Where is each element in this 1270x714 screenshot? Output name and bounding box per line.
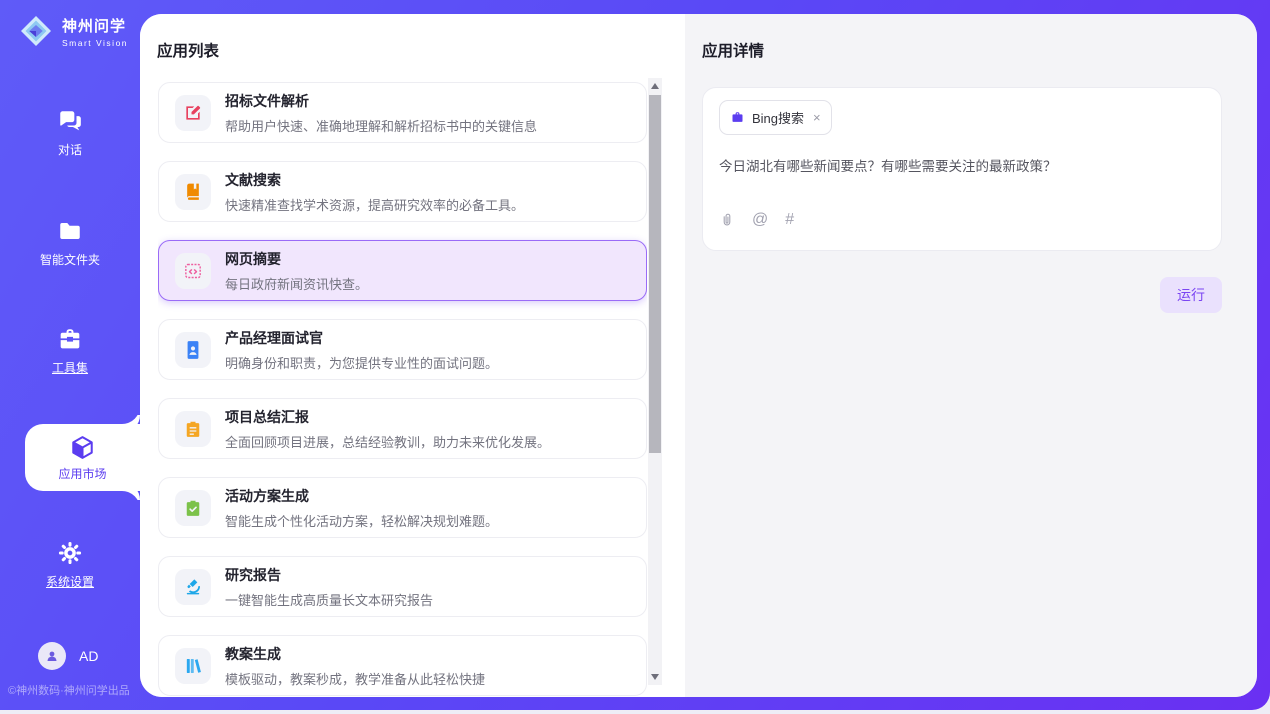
app-card-description: 每日政府新闻资讯快查。 xyxy=(225,274,368,293)
prompt-text[interactable]: 今日湖北有哪些新闻要点？有哪些需要关注的最新政策？ xyxy=(719,157,1205,177)
scrollbar[interactable] xyxy=(648,78,662,685)
app-card[interactable]: 研究报告一键智能生成高质量长文本研究报告 xyxy=(158,556,647,617)
app-card-description: 模板驱动，教案秒成，教学准备从此轻松快捷 xyxy=(225,669,485,688)
app-card-title: 研究报告 xyxy=(225,565,433,585)
app-card[interactable]: 网页摘要每日政府新闻资讯快查。 xyxy=(158,240,647,301)
app-list-title: 应用列表 xyxy=(157,39,219,61)
app-card-title: 活动方案生成 xyxy=(225,486,498,506)
tag-close-icon[interactable]: × xyxy=(813,110,821,125)
app-icon-chip xyxy=(175,332,211,368)
diamond-logo-icon xyxy=(18,13,54,49)
sidebar-item-label: 工具集 xyxy=(52,359,88,376)
sidebar-item-label: 对话 xyxy=(58,141,82,158)
user-row[interactable]: AD xyxy=(38,642,98,670)
chat-icon xyxy=(57,108,83,134)
app-icon-chip xyxy=(175,253,211,289)
sidebar-item-label: 系统设置 xyxy=(46,573,94,590)
app-card[interactable]: 招标文件解析帮助用户快速、准确地理解和解析招标书中的关键信息 xyxy=(158,82,647,143)
app-card-description: 快速精准查找学术资源，提高研究效率的必备工具。 xyxy=(225,195,524,214)
app-card-title: 招标文件解析 xyxy=(225,91,537,111)
sidebar-item-app-market[interactable]: 应用市场 xyxy=(25,424,140,491)
app-window: 神州问学 Smart Vision 对话智能文件夹工具集应用市场系统设置 AD … xyxy=(0,0,1270,714)
app-card-title: 网页摘要 xyxy=(225,249,368,269)
cube-icon xyxy=(69,434,96,461)
hash-icon[interactable]: # xyxy=(785,212,793,228)
app-card-title: 文献搜索 xyxy=(225,170,524,190)
person-doc-icon xyxy=(183,340,203,360)
app-icon-chip xyxy=(175,411,211,447)
tool-tag-bing-search[interactable]: Bing搜索 × xyxy=(719,100,832,135)
input-toolbar: @ # xyxy=(719,212,1205,228)
clipboard-check-icon xyxy=(183,498,203,518)
app-icon-chip xyxy=(175,648,211,684)
scrollbar-thumb[interactable] xyxy=(649,95,661,453)
person-icon xyxy=(44,648,60,664)
sidebar-item-smart-folders[interactable]: 智能文件夹 xyxy=(0,218,140,268)
app-card-description: 全面回顾项目进展，总结经验教训，助力未来优化发展。 xyxy=(225,432,550,451)
app-card-title: 教案生成 xyxy=(225,644,485,664)
app-icon-chip xyxy=(175,490,211,526)
sidebar: 神州问学 Smart Vision 对话智能文件夹工具集应用市场系统设置 AD … xyxy=(0,0,140,710)
app-card[interactable]: 教案生成模板驱动，教案秒成，教学准备从此轻松快捷 xyxy=(158,635,647,696)
app-card[interactable]: 产品经理面试官明确身份和职责，为您提供专业性的面试问题。 xyxy=(158,319,647,380)
book-icon xyxy=(183,182,203,202)
books-icon xyxy=(183,656,203,676)
app-card-title: 项目总结汇报 xyxy=(225,407,550,427)
app-card-description: 帮助用户快速、准确地理解和解析招标书中的关键信息 xyxy=(225,116,537,135)
avatar[interactable] xyxy=(38,642,66,670)
folder-icon xyxy=(57,218,83,244)
clipboard-icon xyxy=(183,419,203,439)
app-card-description: 智能生成个性化活动方案，轻松解决规划难题。 xyxy=(225,511,498,530)
microscope-icon xyxy=(183,577,203,597)
scroll-down-arrow[interactable] xyxy=(648,670,662,684)
logo-title: 神州问学 xyxy=(62,15,128,36)
sidebar-item-label: 应用市场 xyxy=(58,465,106,482)
edit-doc-icon xyxy=(183,103,203,123)
paperclip-icon[interactable] xyxy=(719,212,735,228)
app-card[interactable]: 项目总结汇报全面回顾项目进展，总结经验教训，助力未来优化发展。 xyxy=(158,398,647,459)
app-detail-title: 应用详情 xyxy=(702,39,1222,61)
app-icon-chip xyxy=(175,569,211,605)
scroll-up-arrow[interactable] xyxy=(648,79,662,93)
sidebar-item-system-settings[interactable]: 系统设置 xyxy=(0,540,140,590)
sidebar-item-label: 智能文件夹 xyxy=(40,251,100,268)
app-card[interactable]: 活动方案生成智能生成个性化活动方案，轻松解决规划难题。 xyxy=(158,477,647,538)
copyright-footer: ©神州数码·神州问学出品 xyxy=(8,682,130,698)
content-area: 应用列表 招标文件解析帮助用户快速、准确地理解和解析招标书中的关键信息文献搜索快… xyxy=(140,14,1257,697)
web-code-icon xyxy=(183,261,203,281)
app-card-list: 招标文件解析帮助用户快速、准确地理解和解析招标书中的关键信息文献搜索快速精准查找… xyxy=(158,82,647,697)
app-card-title: 产品经理面试官 xyxy=(225,328,498,348)
briefcase-icon xyxy=(730,110,745,125)
app-list-panel: 应用列表 招标文件解析帮助用户快速、准确地理解和解析招标书中的关键信息文献搜索快… xyxy=(140,14,685,697)
app-icon-chip xyxy=(175,174,211,210)
app-card-description: 明确身份和职责，为您提供专业性的面试问题。 xyxy=(225,353,498,372)
at-icon[interactable]: @ xyxy=(752,212,768,228)
tool-tag-label: Bing搜索 xyxy=(752,108,804,127)
toolbox-icon xyxy=(57,326,83,352)
run-button[interactable]: 运行 xyxy=(1160,277,1222,313)
app-icon-chip xyxy=(175,95,211,131)
gear-icon xyxy=(57,540,83,566)
logo-subtitle: Smart Vision xyxy=(62,38,128,48)
app-logo: 神州问学 Smart Vision xyxy=(18,13,128,49)
sidebar-item-chat[interactable]: 对话 xyxy=(0,108,140,158)
user-name: AD xyxy=(79,648,98,664)
prompt-card: Bing搜索 × 今日湖北有哪些新闻要点？有哪些需要关注的最新政策？ @ # xyxy=(702,87,1222,251)
app-card[interactable]: 文献搜索快速精准查找学术资源，提高研究效率的必备工具。 xyxy=(158,161,647,222)
app-card-description: 一键智能生成高质量长文本研究报告 xyxy=(225,590,433,609)
sidebar-item-toolset[interactable]: 工具集 xyxy=(0,326,140,376)
app-detail-panel: 应用详情 Bing搜索 × 今日湖北有哪些新闻要点？有哪些需要关注的最新政策？ xyxy=(685,14,1257,697)
